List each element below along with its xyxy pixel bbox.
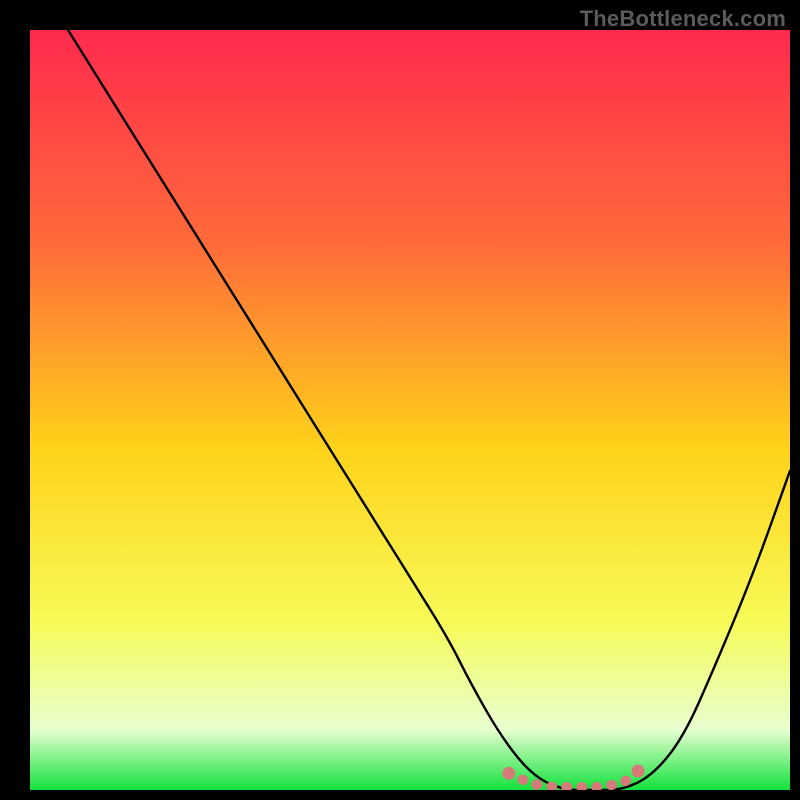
plot-background xyxy=(30,30,790,790)
optimal-range-start-marker xyxy=(502,767,515,780)
watermark-label: TheBottleneck.com xyxy=(580,6,786,32)
chart-frame: TheBottleneck.com xyxy=(0,0,800,800)
frame-right xyxy=(790,0,800,800)
optimal-range-end-marker xyxy=(632,765,645,778)
frame-left xyxy=(0,0,30,800)
bottleneck-chart xyxy=(0,0,800,800)
frame-bottom xyxy=(0,790,800,800)
